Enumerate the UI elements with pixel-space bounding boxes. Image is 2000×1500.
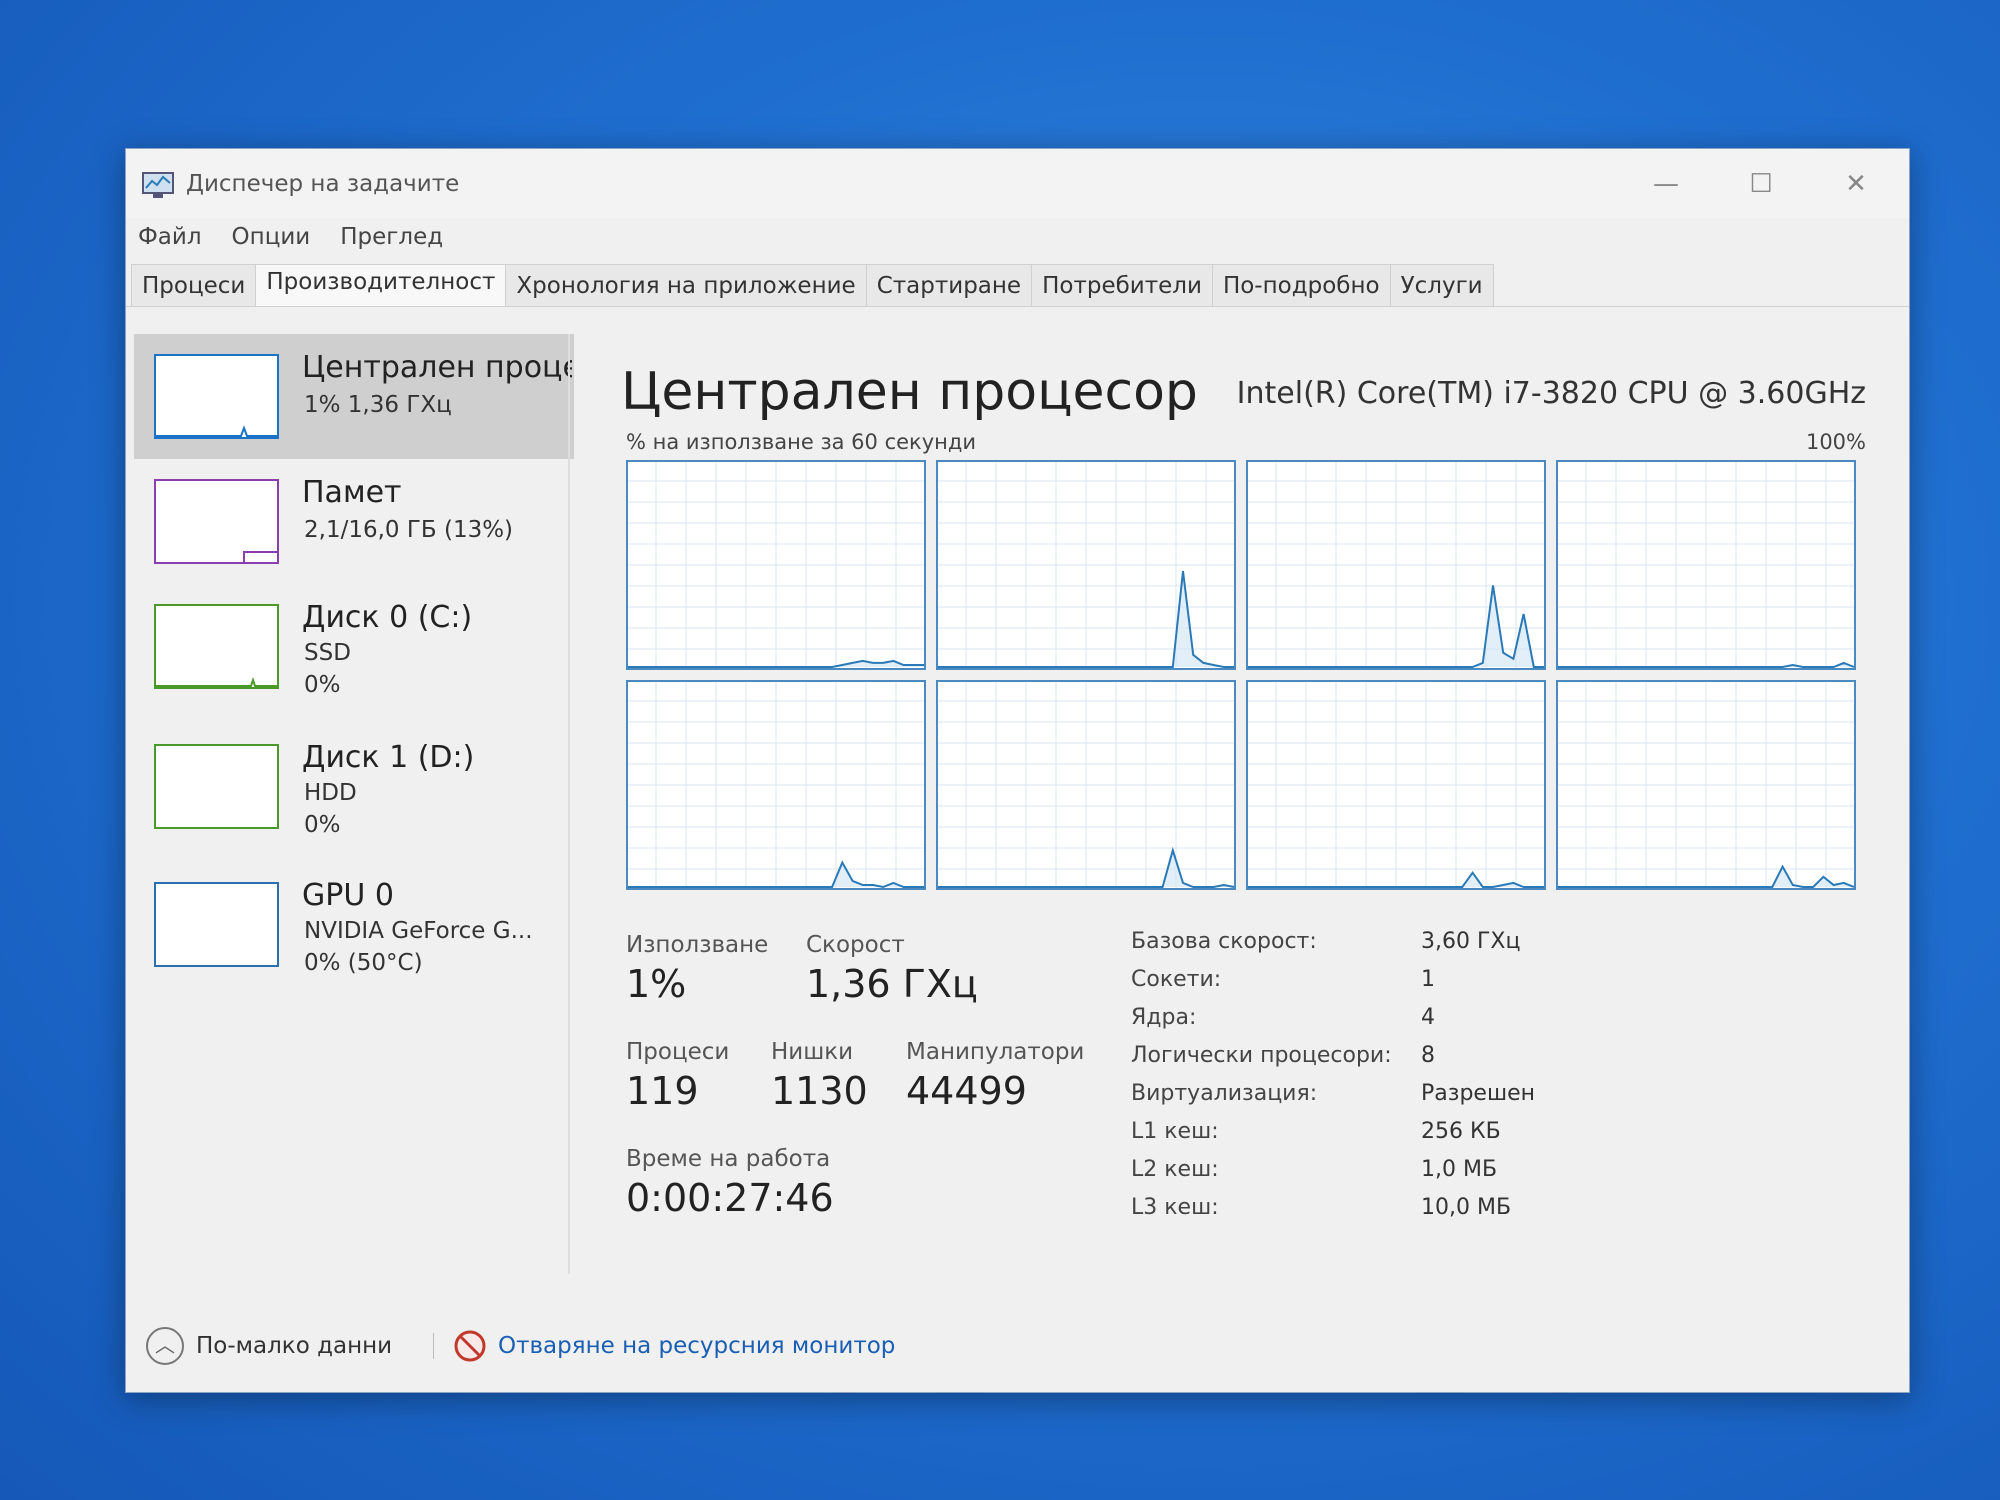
open-resource-monitor-link[interactable]: Отваряне на ресурсния монитор xyxy=(498,1333,895,1359)
tab-strip: Процеси Производителност Хронология на п… xyxy=(131,264,1494,306)
usage-value: 1% xyxy=(626,962,687,1006)
info-label-logical-processors: Логически процесори: xyxy=(1131,1043,1392,1068)
info-value-sockets: 1 xyxy=(1421,967,1435,992)
info-label-l3-cache: L3 кеш: xyxy=(1131,1195,1219,1220)
tabs-divider xyxy=(126,306,1909,307)
info-label-l1-cache: L1 кеш: xyxy=(1131,1119,1219,1144)
tab-app-history[interactable]: Хронология на приложение xyxy=(505,264,867,306)
cpu-thumbnail-graph xyxy=(154,354,279,439)
logical-processor-graph-2 xyxy=(1246,460,1546,670)
sidebar-item-detail: NVIDIA GeForce G... xyxy=(304,918,533,944)
processes-value: 119 xyxy=(626,1069,699,1113)
sidebar-item-detail: 2,1/16,0 ГБ (13%) xyxy=(304,517,514,543)
footer-separator xyxy=(433,1333,434,1359)
tab-processes[interactable]: Процеси xyxy=(131,264,257,306)
gpu-thumbnail-graph xyxy=(154,882,279,967)
tab-services[interactable]: Услуги xyxy=(1389,264,1494,306)
info-value-l3-cache: 10,0 МБ xyxy=(1421,1195,1512,1220)
sidebar-item-gpu-0[interactable]: GPU 0 NVIDIA GeForce G... 0% (50°C) xyxy=(134,862,574,987)
sidebar-item-detail: SSD xyxy=(304,640,351,666)
info-label-l2-cache: L2 кеш: xyxy=(1131,1157,1219,1182)
usage-label: Използване xyxy=(626,932,769,958)
menu-view[interactable]: Преглед xyxy=(340,219,443,259)
footer-bar: ︿ По-малко данни Отваряне на ресурсния м… xyxy=(141,1319,1041,1369)
threads-label: Нишки xyxy=(771,1039,854,1065)
speed-value: 1,36 ГХц xyxy=(806,962,978,1006)
window-title: Диспечер на задачите xyxy=(186,171,460,197)
sidebar-item-cpu[interactable]: Централен проце 1% 1,36 ГХц xyxy=(134,334,574,459)
tab-users[interactable]: Потребители xyxy=(1031,264,1213,306)
maximize-button[interactable]: ☐ xyxy=(1721,159,1801,209)
sidebar-item-title: Памет xyxy=(302,475,402,510)
info-value-logical-processors: 8 xyxy=(1421,1043,1435,1068)
logical-processor-graph-6 xyxy=(1246,680,1546,890)
sidebar-item-memory[interactable]: Памет 2,1/16,0 ГБ (13%) xyxy=(134,459,574,584)
resource-sidebar: Централен проце 1% 1,36 ГХц Памет 2,1/16… xyxy=(134,334,574,1269)
disk-0-thumbnail-graph xyxy=(154,604,279,689)
info-label-cores: Ядра: xyxy=(1131,1005,1197,1030)
task-manager-app-icon xyxy=(142,172,174,198)
logical-processor-graph-4 xyxy=(626,680,926,890)
sidebar-item-usage: 0% (50°C) xyxy=(304,950,423,976)
menu-bar: Файл Опции Преглед xyxy=(138,219,443,259)
sidebar-item-title: Диск 1 (D:) xyxy=(302,740,475,775)
tab-performance[interactable]: Производителност xyxy=(255,264,507,306)
speed-label: Скорост xyxy=(806,932,905,958)
logical-processor-graphs[interactable] xyxy=(626,460,1866,890)
info-value-base-speed: 3,60 ГХц xyxy=(1421,929,1521,954)
task-manager-window: Диспечер на задачите — ☐ ✕ Файл Опции Пр… xyxy=(125,148,1910,1393)
info-label-virtualization: Виртуализация: xyxy=(1131,1081,1318,1106)
threads-value: 1130 xyxy=(771,1069,868,1113)
info-value-cores: 4 xyxy=(1421,1005,1435,1030)
logical-processor-graph-1 xyxy=(936,460,1236,670)
sidebar-item-usage: 0% xyxy=(304,812,341,838)
uptime-label: Време на работа xyxy=(626,1146,831,1172)
processes-label: Процеси xyxy=(626,1039,730,1065)
title-bar[interactable]: Диспечер на задачите — ☐ ✕ xyxy=(126,149,1909,219)
tab-details[interactable]: По-подробно xyxy=(1211,264,1391,306)
cpu-model-name: Intel(R) Core(TM) i7-3820 CPU @ 3.60GHz xyxy=(1236,376,1866,411)
tab-startup[interactable]: Стартиране xyxy=(865,264,1033,306)
info-value-l1-cache: 256 КБ xyxy=(1421,1119,1501,1144)
handles-value: 44499 xyxy=(906,1069,1027,1113)
sidebar-item-title: Централен проце xyxy=(302,350,572,385)
graph-max-label: 100% xyxy=(1805,430,1866,454)
sidebar-item-disk-1[interactable]: Диск 1 (D:) HDD 0% xyxy=(134,724,574,849)
sidebar-item-usage: 0% xyxy=(304,672,341,698)
minimize-button[interactable]: — xyxy=(1626,159,1706,209)
fewer-details-button[interactable]: По-малко данни xyxy=(196,1333,392,1359)
sidebar-item-title: GPU 0 xyxy=(302,878,394,913)
menu-file[interactable]: Файл xyxy=(138,219,202,259)
page-title: Централен процесор xyxy=(621,362,1198,422)
handles-label: Манипулатори xyxy=(906,1039,1085,1065)
info-value-virtualization: Разрешен xyxy=(1421,1081,1535,1106)
uptime-value: 0:00:27:46 xyxy=(626,1176,834,1220)
sidebar-item-detail: 1% 1,36 ГХц xyxy=(304,392,452,418)
graph-caption: % на използване за 60 секунди xyxy=(626,430,977,454)
close-button[interactable]: ✕ xyxy=(1816,159,1896,209)
logical-processor-graph-3 xyxy=(1556,460,1856,670)
disk-1-thumbnail-graph xyxy=(154,744,279,829)
menu-options[interactable]: Опции xyxy=(232,219,311,259)
memory-thumbnail-graph xyxy=(154,479,279,564)
info-value-l2-cache: 1,0 МБ xyxy=(1421,1157,1498,1182)
sidebar-item-title: Диск 0 (C:) xyxy=(302,600,473,635)
logical-processor-graph-5 xyxy=(936,680,1236,890)
sidebar-item-detail: HDD xyxy=(304,780,357,806)
logical-processor-graph-7 xyxy=(1556,680,1856,890)
resource-monitor-icon[interactable] xyxy=(453,1329,487,1363)
info-label-base-speed: Базова скорост: xyxy=(1131,929,1317,954)
info-label-sockets: Сокети: xyxy=(1131,967,1222,992)
chevron-up-icon[interactable]: ︿ xyxy=(146,1327,184,1365)
sidebar-item-disk-0[interactable]: Диск 0 (C:) SSD 0% xyxy=(134,584,574,709)
sidebar-divider xyxy=(568,334,570,1274)
logical-processor-graph-0 xyxy=(626,460,926,670)
cpu-detail-panel: Централен процесор Intel(R) Core(TM) i7-… xyxy=(596,334,1896,1294)
